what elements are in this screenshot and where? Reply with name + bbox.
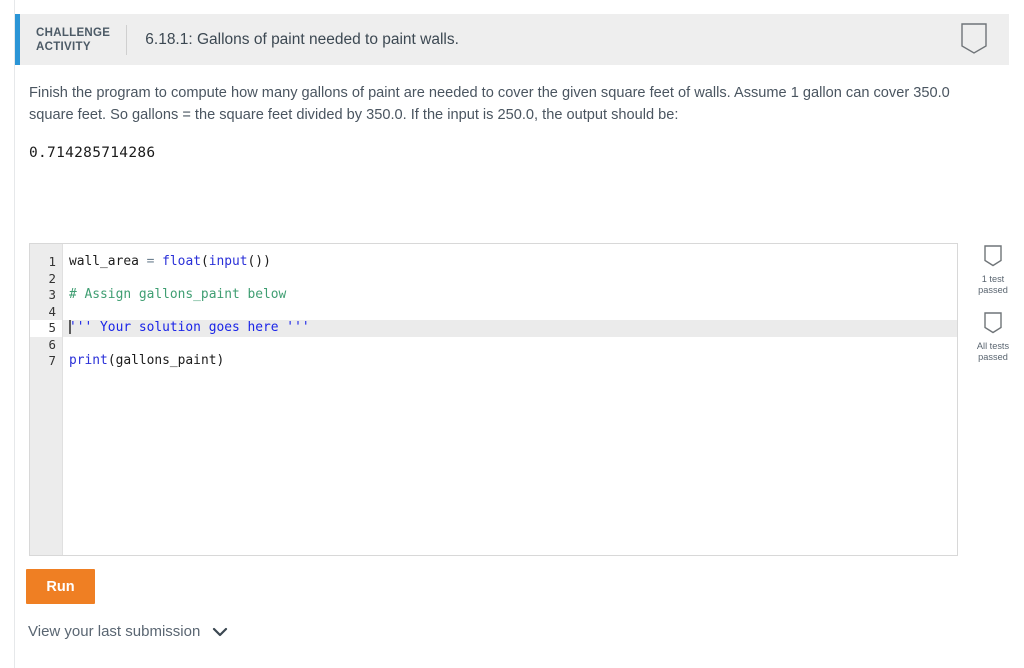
line-number: 4 — [48, 303, 56, 319]
view-last-submission-label: View your last submission — [28, 623, 201, 640]
code-line[interactable]: ''' Your solution goes here ''' — [63, 320, 957, 337]
page-title: 6.18.1: Gallons of paint needed to paint… — [145, 30, 459, 48]
test-caption-line-1: All tests — [976, 341, 1010, 351]
code-line[interactable]: wall_area = float(input()) — [63, 254, 957, 271]
line-number: 7 — [48, 353, 56, 368]
line-number: 3 — [48, 287, 56, 302]
problem-description: Finish the program to compute how many g… — [29, 85, 950, 123]
line-number: 1 — [48, 254, 56, 269]
test-result-caption: 1 test passed — [968, 274, 1018, 296]
code-line[interactable] — [63, 271, 957, 288]
test-caption-line-1: 1 test — [981, 274, 1005, 284]
code-token: wall_area — [69, 254, 139, 269]
shield-bookmark-icon — [968, 310, 1018, 337]
code-token: print — [69, 353, 108, 368]
chevron-down-icon[interactable] — [212, 627, 228, 637]
line-number: 6 — [48, 336, 56, 352]
code-token: # Assign gallons_paint below — [69, 287, 287, 302]
view-last-submission-toggle[interactable]: View your last submission — [28, 623, 228, 640]
code-token: ()) — [247, 254, 271, 269]
code-line[interactable]: print(gallons_paint) — [63, 353, 957, 370]
test-caption-line-2: passed — [978, 285, 1008, 295]
run-button[interactable]: Run — [26, 569, 95, 604]
code-line[interactable] — [63, 337, 957, 354]
code-token: input — [208, 254, 248, 269]
code-editor[interactable]: 1234567 wall_area = float(input()) # Ass… — [29, 243, 958, 556]
editor-code-area[interactable]: wall_area = float(input()) # Assign gall… — [63, 244, 957, 555]
code-token: ) — [216, 353, 225, 368]
shield-bookmark-icon — [956, 20, 992, 60]
test-results-rail: 1 test passed All tests passed — [968, 243, 1018, 377]
line-number: 2 — [48, 270, 56, 286]
test-caption-line-2: passed — [978, 352, 1008, 362]
kicker-line-2: ACTIVITY — [36, 40, 91, 53]
line-number: 5 — [30, 320, 62, 337]
code-token: gallons_paint — [115, 353, 217, 368]
editor-gutter: 1234567 — [30, 244, 63, 555]
shield-bookmark-icon — [968, 243, 1018, 270]
challenge-activity-page: CHALLENGE ACTIVITY 6.18.1: Gallons of pa… — [0, 0, 1024, 668]
kicker-line-1: CHALLENGE — [36, 26, 111, 39]
test-result-item[interactable]: 1 test passed — [968, 243, 1018, 296]
code-line[interactable] — [63, 304, 957, 321]
code-token: ( — [107, 353, 116, 368]
code-token: ''' Your solution goes here ''' — [69, 320, 310, 335]
page-left-rule — [14, 0, 15, 668]
activity-header: CHALLENGE ACTIVITY 6.18.1: Gallons of pa… — [15, 14, 1009, 65]
sample-output-value: 0.714285714286 — [29, 145, 156, 161]
test-result-item[interactable]: All tests passed — [968, 310, 1018, 363]
code-token: ( — [200, 254, 209, 269]
code-line[interactable]: # Assign gallons_paint below — [63, 287, 957, 304]
challenge-activity-kicker: CHALLENGE ACTIVITY — [20, 26, 126, 54]
code-token: float — [162, 254, 201, 269]
test-result-caption: All tests passed — [968, 341, 1018, 363]
